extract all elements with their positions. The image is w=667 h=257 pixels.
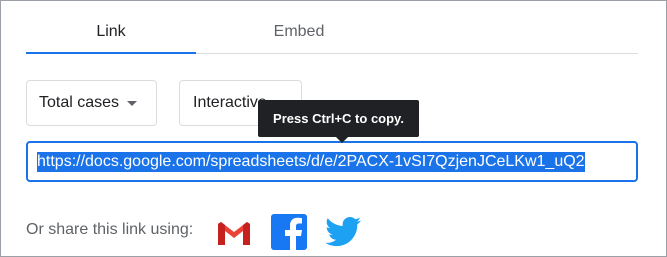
share-label: Or share this link using: bbox=[26, 221, 194, 238]
caret-down-icon bbox=[127, 100, 138, 106]
tab-link[interactable]: Link bbox=[26, 23, 196, 41]
active-tab-indicator bbox=[26, 52, 196, 54]
mode-dropdown-value: Interactive bbox=[193, 94, 267, 111]
copy-tooltip: Press Ctrl+C to copy. bbox=[258, 100, 419, 137]
copy-tooltip-text: Press Ctrl+C to copy. bbox=[273, 111, 404, 126]
publish-dialog: Link Embed Total cases Interactive https… bbox=[0, 0, 667, 257]
tab-embed[interactable]: Embed bbox=[214, 23, 384, 41]
tooltip-arrow bbox=[336, 137, 348, 143]
link-url-field[interactable]: https://docs.google.com/spreadsheets/d/e… bbox=[26, 141, 638, 182]
facebook-icon[interactable] bbox=[269, 214, 309, 250]
gmail-icon[interactable] bbox=[214, 214, 254, 250]
twitter-icon[interactable] bbox=[323, 214, 363, 250]
range-dropdown[interactable]: Total cases bbox=[26, 80, 157, 126]
link-url-text[interactable]: https://docs.google.com/spreadsheets/d/e… bbox=[37, 151, 585, 172]
range-dropdown-value: Total cases bbox=[39, 94, 120, 111]
